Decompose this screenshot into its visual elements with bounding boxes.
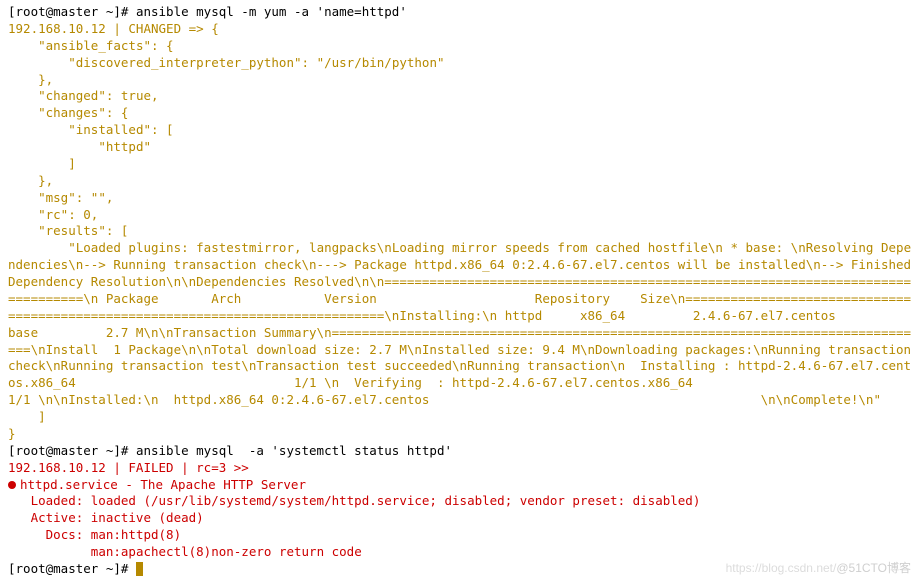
service-name: httpd.service - The Apache HTTP Server xyxy=(20,477,306,492)
command-text: ansible mysql -a 'systemctl status httpd… xyxy=(136,443,452,458)
output-line: "installed": [ xyxy=(8,122,913,139)
output-line: "Loaded plugins: fastestmirror, langpack… xyxy=(8,240,913,409)
output-line: "msg": "", xyxy=(8,190,913,207)
output-line: Docs: man:httpd(8) xyxy=(8,527,913,544)
command-text: ansible mysql -m yum -a 'name=httpd' xyxy=(136,4,407,19)
output-line: } xyxy=(8,426,913,443)
shell-prompt: [root@master ~]# xyxy=(8,4,136,19)
cursor-icon xyxy=(136,562,143,576)
output-line: }, xyxy=(8,173,913,190)
cmd-line-1: [root@master ~]# ansible mysql -m yum -a… xyxy=(8,4,913,21)
output-line: "changed": true, xyxy=(8,88,913,105)
cmd-line-3[interactable]: [root@master ~]# xyxy=(8,561,913,578)
output-line: "changes": { xyxy=(8,105,913,122)
output-line: "httpd" xyxy=(8,139,913,156)
output-line: }, xyxy=(8,72,913,89)
output-line: Loaded: loaded (/usr/lib/systemd/system/… xyxy=(8,493,913,510)
shell-prompt: [root@master ~]# xyxy=(8,443,136,458)
output-line: "discovered_interpreter_python": "/usr/b… xyxy=(8,55,913,72)
status-dot-icon xyxy=(8,481,16,489)
terminal-output[interactable]: [root@master ~]# ansible mysql -m yum -a… xyxy=(8,4,913,578)
output-line: 192.168.10.12 | CHANGED => { xyxy=(8,21,913,38)
output-line: "rc": 0, xyxy=(8,207,913,224)
output-line-service: httpd.service - The Apache HTTP Server xyxy=(8,477,913,494)
cmd-line-2: [root@master ~]# ansible mysql -a 'syste… xyxy=(8,443,913,460)
output-line: "ansible_facts": { xyxy=(8,38,913,55)
output-line: Active: inactive (dead) xyxy=(8,510,913,527)
shell-prompt: [root@master ~]# xyxy=(8,561,136,576)
output-line: man:apachectl(8)non-zero return code xyxy=(8,544,913,561)
output-line-failed: 192.168.10.12 | FAILED | rc=3 >> xyxy=(8,460,913,477)
output-line: ] xyxy=(8,409,913,426)
output-line: "results": [ xyxy=(8,223,913,240)
output-line: ] xyxy=(8,156,913,173)
